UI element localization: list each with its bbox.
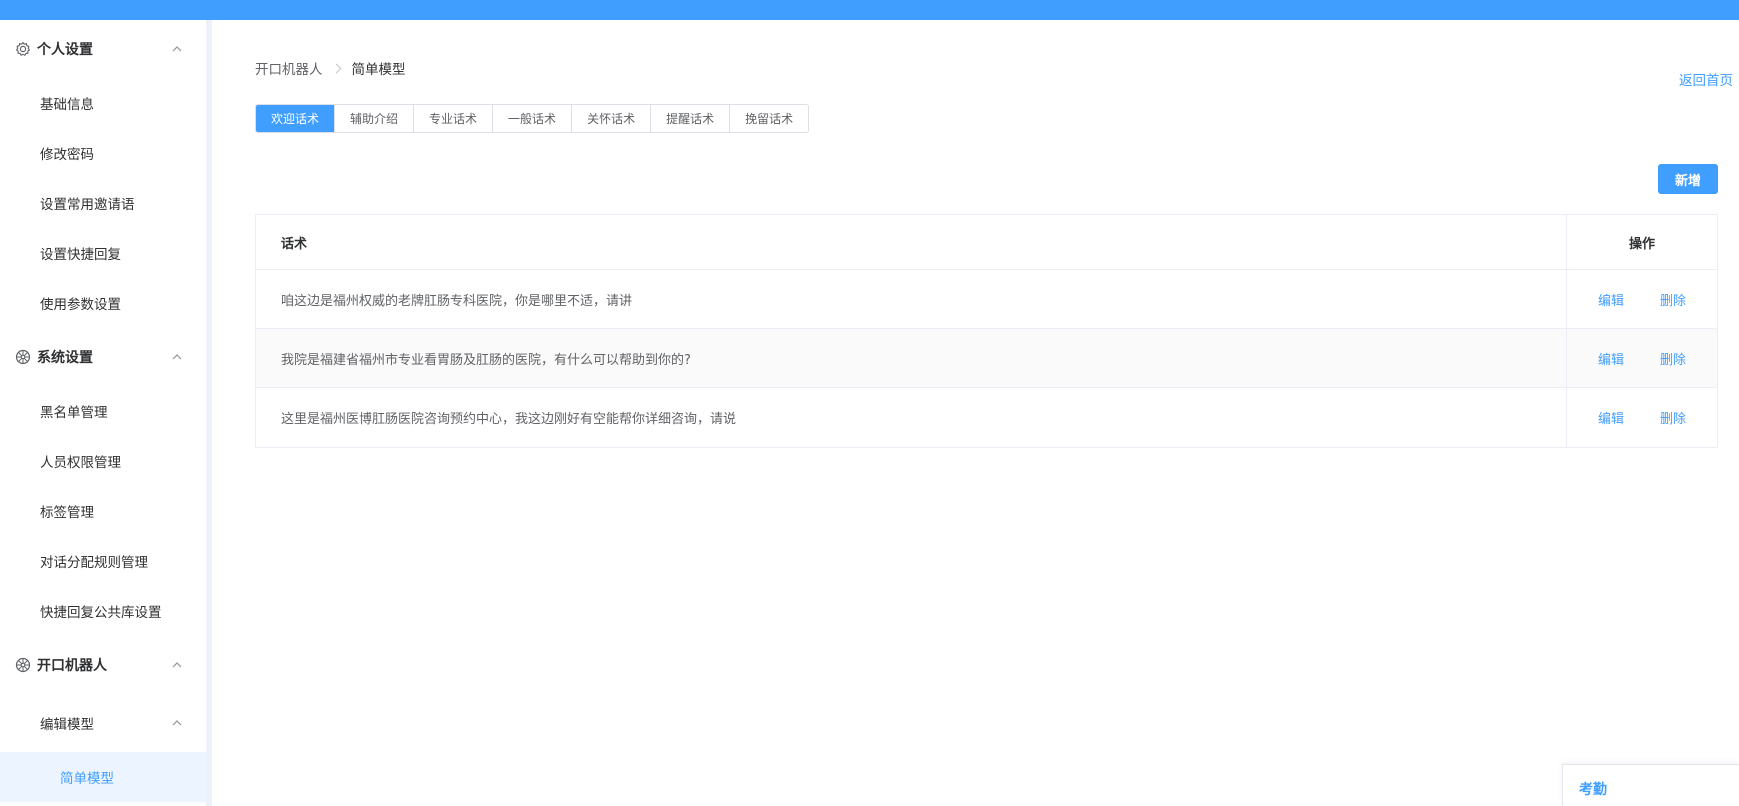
column-header-ops: 操作 [1628, 236, 1655, 252]
sidebar-item-dialog-rules[interactable]: 对话分配规则管理 [0, 536, 206, 586]
row-ops: 编辑 删除 [1567, 329, 1717, 387]
table-row: 我院是福建省福州市专业看胃肠及肛肠的医院，有什么可以帮助到你的? 编辑 删除 [256, 329, 1717, 388]
tab-group: 欢迎话术 辅助介绍 专业话术 一般话术 关怀话术 提醒话术 挽留话术 [255, 104, 810, 133]
menu-header-label: 个人设置 [37, 42, 93, 58]
edit-button[interactable]: 编辑 [1598, 408, 1624, 427]
menu-group-personal-settings: 个人设置 基础信息 修改密码 设置常用邀请语 设置快捷回复 使用参数设置 [0, 20, 206, 328]
sidebar-item-quick-reply[interactable]: 设置快捷回复 [0, 228, 206, 278]
edit-button[interactable]: 编辑 [1598, 290, 1624, 309]
sidebar: 个人设置 基础信息 修改密码 设置常用邀请语 设置快捷回复 使用参数设置 系统设… [0, 20, 212, 806]
phrases-table: 话术 操作 咱这边是福州权威的老牌肛肠专科医院，你是哪里不适，请讲 编辑 删除 … [255, 214, 1718, 448]
tab-general[interactable]: 一般话术 [493, 105, 573, 132]
sidebar-item-permissions[interactable]: 人员权限管理 [0, 436, 206, 486]
row-ops: 编辑 删除 [1567, 270, 1717, 328]
breadcrumb-parent[interactable]: 开口机器人 [255, 58, 323, 78]
main-content: 开口机器人 简单模型 返回首页 欢迎话术 辅助介绍 专业话术 一般话术 关怀话术… [212, 20, 1739, 806]
tab-auxiliary[interactable]: 辅助介绍 [335, 105, 415, 132]
submenu-header-edit-model[interactable]: 编辑模型 [0, 694, 206, 752]
row-text: 我院是福建省福州市专业看胃肠及肛肠的医院，有什么可以帮助到你的? [256, 329, 1567, 387]
chevron-up-icon [170, 42, 184, 56]
settings-wheel-icon [15, 349, 31, 365]
menu-group-robot: 开口机器人 编辑模型 简单模型 [0, 636, 206, 802]
attendance-panel[interactable]: 考勤 [1562, 764, 1739, 806]
chevron-up-icon [170, 350, 184, 364]
sidebar-item-change-password[interactable]: 修改密码 [0, 128, 206, 178]
tab-welcome[interactable]: 欢迎话术 [256, 105, 336, 132]
sidebar-item-usage-params[interactable]: 使用参数设置 [0, 278, 206, 328]
sidebar-item-simple-model[interactable]: 简单模型 [0, 752, 206, 802]
edit-button[interactable]: 编辑 [1598, 349, 1624, 368]
menu-header-label: 系统设置 [37, 350, 93, 366]
table-row: 咱这边是福州权威的老牌肛肠专科医院，你是哪里不适，请讲 编辑 删除 [256, 270, 1717, 329]
menu-header-personal-settings[interactable]: 个人设置 [0, 20, 206, 78]
delete-button[interactable]: 删除 [1660, 408, 1686, 427]
row-text: 咱这边是福州权威的老牌肛肠专科医院，你是哪里不适，请讲 [256, 270, 1567, 328]
row-text: 这里是福州医博肛肠医院咨询预约中心，我这边刚好有空能帮你详细咨询，请说 [256, 388, 1567, 447]
breadcrumb: 开口机器人 简单模型 [255, 58, 406, 78]
sidebar-item-tags[interactable]: 标签管理 [0, 486, 206, 536]
attendance-panel-title: 考勤 [1579, 782, 1607, 798]
menu-header-robot[interactable]: 开口机器人 [0, 636, 206, 694]
chevron-up-icon [170, 658, 184, 672]
back-home-link[interactable]: 返回首页 [1679, 69, 1733, 89]
column-header-text: 话术 [256, 215, 1567, 269]
chevron-up-icon [170, 716, 184, 730]
breadcrumb-current: 简单模型 [351, 62, 406, 78]
robot-wheel-icon [15, 657, 31, 673]
menu-header-system-settings[interactable]: 系统设置 [0, 328, 206, 386]
chevron-right-icon [331, 63, 341, 73]
table-row: 这里是福州医博肛肠医院咨询预约中心，我这边刚好有空能帮你详细咨询，请说 编辑 删… [256, 388, 1717, 447]
submenu-header-label: 编辑模型 [40, 717, 94, 733]
delete-button[interactable]: 删除 [1660, 290, 1686, 309]
sidebar-item-blacklist[interactable]: 黑名单管理 [0, 386, 206, 436]
tab-retention[interactable]: 挽留话术 [730, 105, 809, 132]
sidebar-item-basic-info[interactable]: 基础信息 [0, 78, 206, 128]
tab-professional[interactable]: 专业话术 [414, 105, 494, 132]
sidebar-item-quick-reply-library[interactable]: 快捷回复公共库设置 [0, 586, 206, 636]
top-header-bar [0, 0, 1739, 20]
sidebar-item-invitation-phrases[interactable]: 设置常用邀请语 [0, 178, 206, 228]
menu-header-label: 开口机器人 [37, 658, 107, 674]
menu-group-system-settings: 系统设置 黑名单管理 人员权限管理 标签管理 对话分配规则管理 快捷回复公共库设… [0, 328, 206, 636]
delete-button[interactable]: 删除 [1660, 349, 1686, 368]
tab-reminder[interactable]: 提醒话术 [651, 105, 731, 132]
add-button[interactable]: 新增 [1658, 164, 1718, 194]
tab-care[interactable]: 关怀话术 [572, 105, 652, 132]
gear-icon [15, 41, 31, 57]
table-header-row: 话术 操作 [256, 215, 1717, 270]
row-ops: 编辑 删除 [1567, 388, 1717, 447]
